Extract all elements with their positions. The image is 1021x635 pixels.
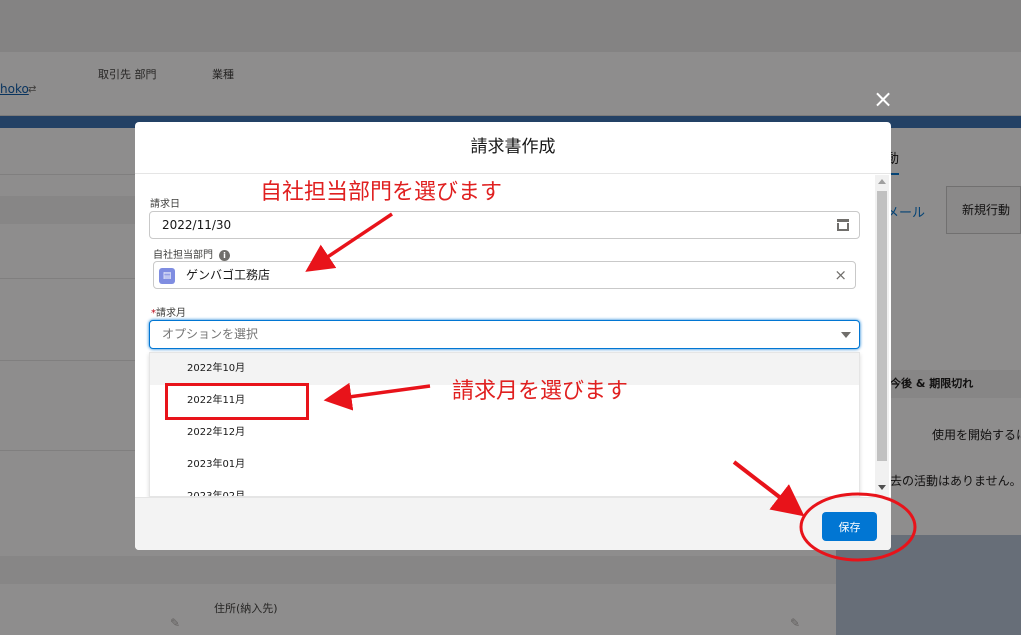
info-icon[interactable]: i: [219, 249, 230, 261]
billing-month-label: *請求月: [151, 304, 186, 319]
modal-title: 請求書作成: [135, 122, 891, 174]
department-lookup[interactable]: ▤ ゲンバゴ工務店 ×: [153, 261, 856, 289]
department-label-text: 自社担当部門: [153, 250, 213, 261]
billing-month-placeholder: オプションを選択: [162, 327, 259, 341]
invoice-create-modal: 請求書作成 請求日 2022/11/30 自社担当部門 i ▤ ゲンバゴ工務店 ×…: [135, 122, 891, 550]
department-value: ゲンバゴ工務店: [186, 268, 271, 282]
chevron-down-icon[interactable]: [841, 332, 851, 338]
scroll-down-icon[interactable]: [878, 485, 886, 490]
close-icon[interactable]: ×: [870, 86, 896, 112]
modal-scrollbar[interactable]: [875, 175, 889, 497]
scroll-up-icon[interactable]: [878, 179, 886, 184]
calendar-icon[interactable]: [837, 219, 849, 231]
scrollbar-thumb[interactable]: [877, 191, 887, 461]
modal-footer: 保存: [135, 497, 891, 550]
invoice-date-label: 請求日: [150, 199, 180, 210]
billing-month-combobox[interactable]: オプションを選択: [149, 320, 860, 349]
option-2023-01[interactable]: 2023年01月: [150, 449, 859, 481]
save-button[interactable]: 保存: [822, 512, 877, 541]
annotation-month-note: 請求月を選びます: [452, 379, 629, 404]
invoice-date-value: 2022/11/30: [162, 218, 232, 232]
option-2023-02[interactable]: 2023年02月: [150, 481, 859, 496]
billing-month-label-text: 請求月: [156, 308, 186, 319]
clear-icon[interactable]: ×: [834, 262, 847, 288]
option-2022-12[interactable]: 2022年12月: [150, 417, 859, 449]
department-label: 自社担当部門 i: [153, 246, 230, 261]
annotation-department-note: 自社担当部門を選びます: [260, 180, 503, 205]
invoice-date-input[interactable]: 2022/11/30: [149, 211, 860, 239]
modal-body: 請求日 2022/11/30 自社担当部門 i ▤ ゲンバゴ工務店 × *請求月 …: [135, 175, 891, 497]
lookup-record-icon: ▤: [159, 268, 175, 284]
annotation-highlight-box: [165, 383, 309, 420]
